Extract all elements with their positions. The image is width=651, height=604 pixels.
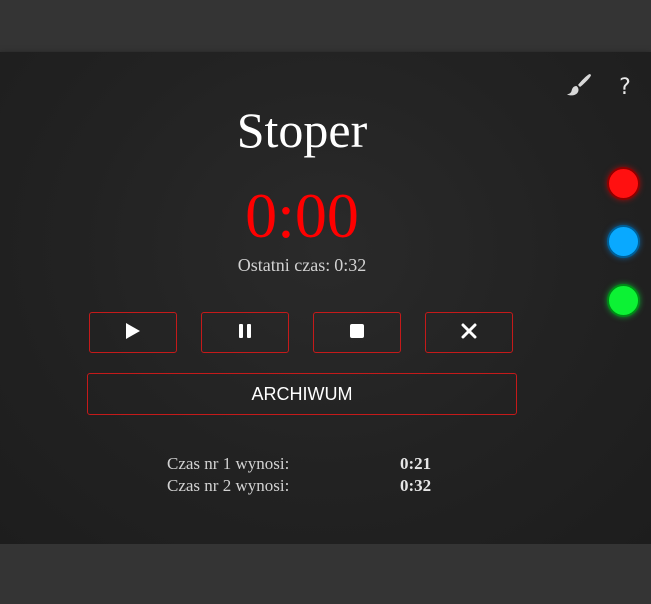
bottom-bar <box>0 544 651 604</box>
history-row: Czas nr 2 wynosi: 0:32 <box>0 475 604 497</box>
pause-icon <box>238 323 252 343</box>
history-label: Czas nr 1 wynosi: <box>167 454 290 473</box>
last-time-label: Ostatni czas: <box>237 255 331 275</box>
theme-button[interactable] <box>564 74 594 100</box>
last-time-value: 0:32 <box>334 255 367 275</box>
history-label: Czas nr 2 wynosi: <box>167 476 290 495</box>
history-value: 0:32 <box>400 476 432 495</box>
archive-button[interactable]: ARCHIWUM <box>87 373 517 415</box>
timer-display: 0:00 <box>245 180 359 251</box>
play-icon <box>125 322 141 344</box>
help-button[interactable]: ? <box>612 72 638 102</box>
color-green-button[interactable] <box>607 284 640 317</box>
color-red-button[interactable] <box>607 167 640 200</box>
close-icon <box>461 323 477 343</box>
history-row: Czas nr 1 wynosi: 0:21 <box>0 453 604 475</box>
stop-icon <box>349 323 365 343</box>
reset-button[interactable] <box>425 312 513 353</box>
history-value: 0:21 <box>400 454 432 473</box>
pause-button[interactable] <box>201 312 289 353</box>
paintbrush-icon <box>566 73 592 101</box>
play-button[interactable] <box>89 312 177 353</box>
stop-button[interactable] <box>313 312 401 353</box>
history-list: Czas nr 1 wynosi: 0:21 Czas nr 2 wynosi:… <box>0 453 604 497</box>
app-title: Stoper <box>236 102 368 158</box>
top-bar <box>0 0 651 52</box>
last-time: Ostatni czas: 0:32 <box>0 254 604 276</box>
color-blue-button[interactable] <box>607 225 640 258</box>
